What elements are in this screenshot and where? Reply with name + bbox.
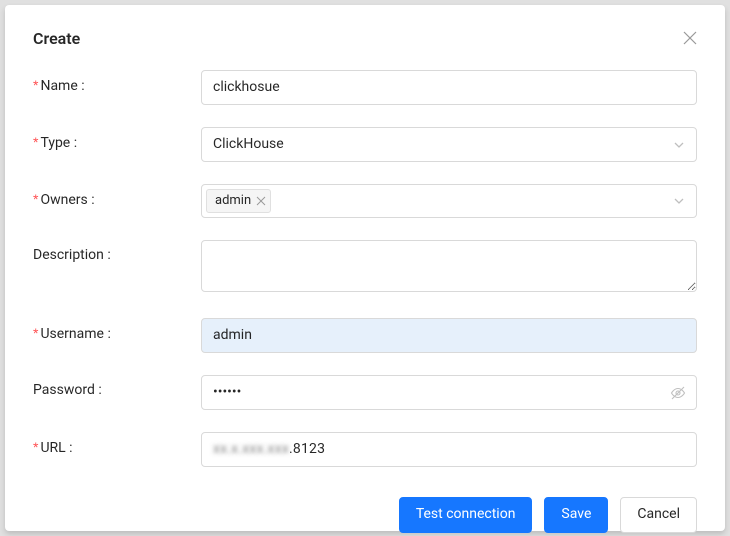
chevron-down-icon [673,139,685,151]
password-row: Password [33,375,697,410]
modal-header: Create [33,29,697,48]
owners-select[interactable]: admin [201,184,697,218]
owners-row: *Owners admin [33,184,697,218]
save-button[interactable]: Save [544,497,608,533]
form-body: *Name *Type ClickHouse [33,70,697,489]
description-row: Description [33,240,697,296]
modal-title: Create [33,29,80,48]
type-select[interactable]: ClickHouse [201,127,697,162]
eye-invisible-icon[interactable] [670,385,686,401]
username-input[interactable] [201,318,697,353]
description-input[interactable] [201,240,697,292]
url-input[interactable]: xx.x.xxx.xxx.8123 [201,432,697,467]
create-modal: Create *Name *Type ClickHouse [5,5,725,531]
password-input[interactable] [201,375,697,410]
owner-tag-label: admin [215,191,251,211]
url-label: *URL [33,432,201,456]
url-row: *URL xx.x.xxx.xxx.8123 [33,432,697,467]
type-row: *Type ClickHouse [33,127,697,162]
password-label: Password [33,375,201,398]
url-suffix: .8123 [289,441,325,457]
chevron-down-icon [673,195,685,207]
name-input[interactable] [201,70,697,105]
name-label: *Name [33,70,201,94]
modal-footer: Test connection Save Cancel [33,489,697,533]
owners-label: *Owners [33,184,201,208]
username-label: *Username [33,318,201,342]
close-icon[interactable] [683,31,697,45]
username-row: *Username [33,318,697,353]
test-connection-button[interactable]: Test connection [399,497,533,533]
name-row: *Name [33,70,697,105]
tag-remove-icon[interactable] [256,196,266,206]
url-masked: xx.x.xxx.xxx [213,441,289,457]
type-label: *Type [33,127,201,151]
description-label: Description [33,240,201,263]
owner-tag: admin [206,189,271,213]
cancel-button[interactable]: Cancel [620,497,697,533]
type-value: ClickHouse [213,134,284,155]
